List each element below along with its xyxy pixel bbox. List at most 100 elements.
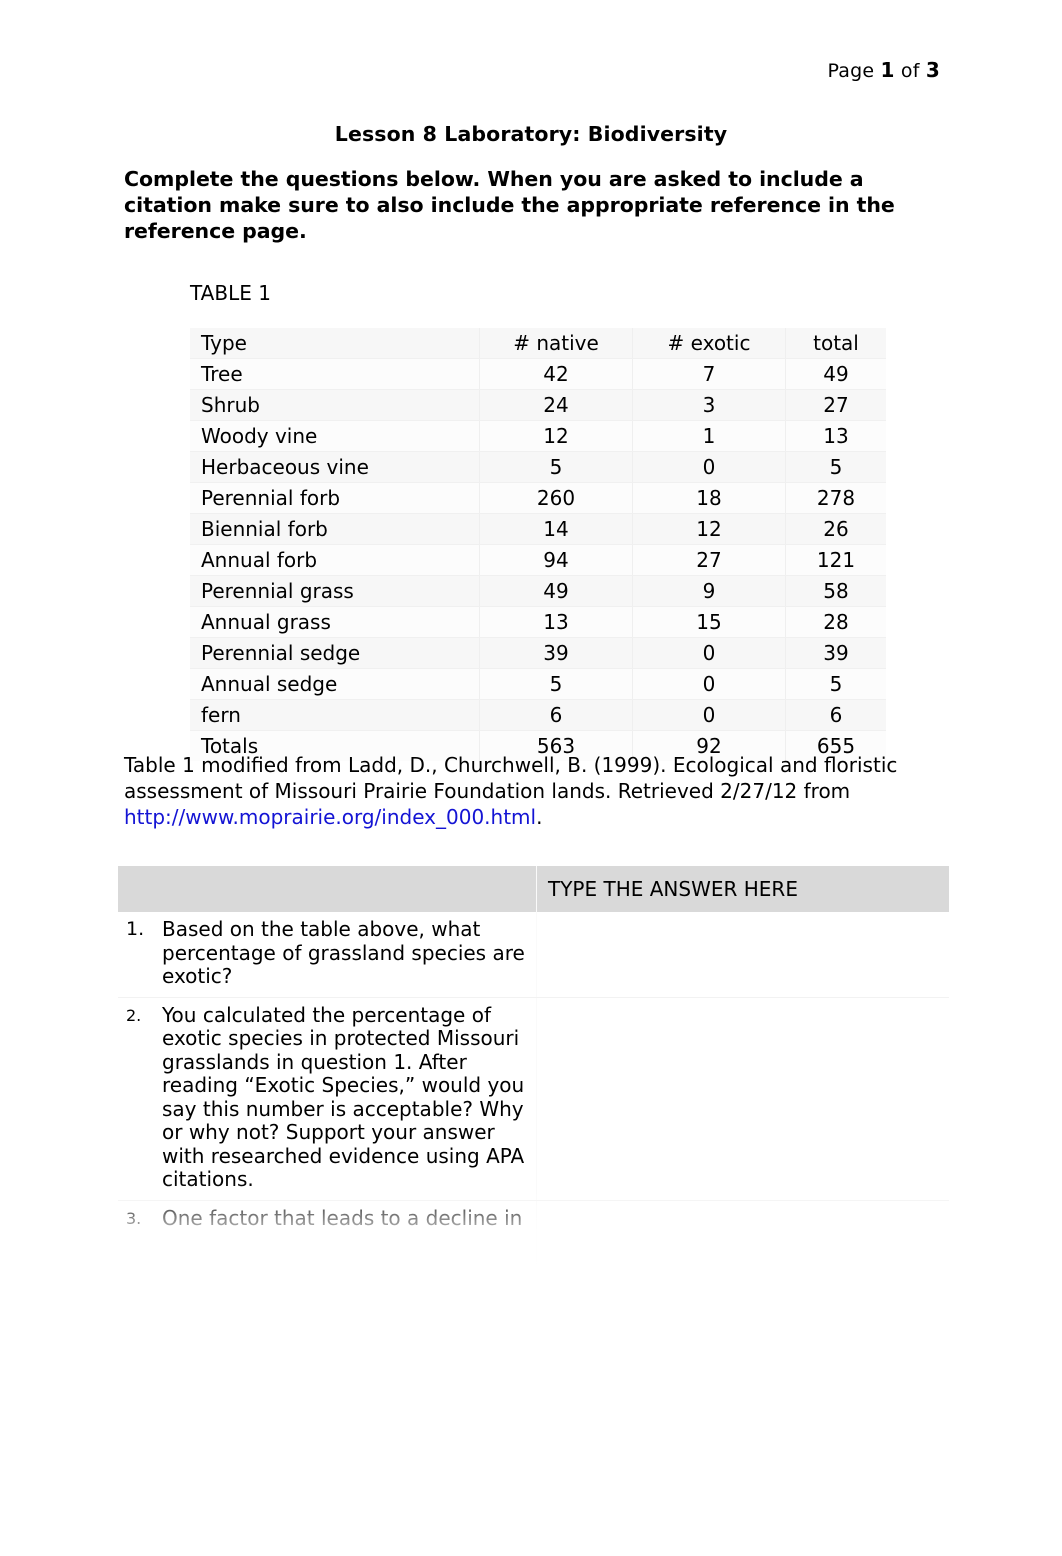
moprairie-link[interactable]: http://www.moprairie.org/index_000.html: [124, 805, 536, 829]
questions-table: TYPE THE ANSWER HERE 1. Based on the tabl…: [118, 866, 949, 1284]
answer-text[interactable]: [537, 998, 949, 1200]
table1-cell-exotic: 18: [632, 482, 786, 514]
table-row: Perennial forb 260 18 278: [190, 482, 886, 514]
answer-cell-2[interactable]: [536, 997, 949, 1201]
page-header-current: 1: [880, 58, 895, 82]
table1-cell-type: Biennial forb: [190, 513, 480, 545]
species-table: Type # native # exotic total Tree 42 7 49 Shrub 2…: [190, 328, 886, 761]
table-row: Woody vine 12 1 13: [190, 420, 886, 452]
table1-container: Type # native # exotic total Tree 42 7 49 Shrub 2…: [190, 328, 886, 761]
table-row: Perennial sedge 39 0 39: [190, 637, 886, 669]
table1-cell-type: fern: [190, 699, 480, 731]
table1-cell-native: 5: [479, 451, 633, 483]
table1-cell-native: 39: [479, 637, 633, 669]
table1-cell-total: 49: [785, 358, 886, 390]
question-text: One factor that leads to a decline in: [162, 1205, 523, 1230]
table1-cell-exotic: 15: [632, 606, 786, 638]
table1-cell-native: 12: [479, 420, 633, 452]
table1-cell-exotic: 0: [632, 451, 786, 483]
table1-cell-total: 278: [785, 482, 886, 514]
table1-cell-total: 26: [785, 513, 886, 545]
table1-cell-exotic: 1: [632, 420, 786, 452]
table-row: Shrub 24 3 27: [190, 389, 886, 421]
question-cell-2: 2. You calculated the percentage of exoti…: [118, 997, 537, 1201]
question-number: 1.: [126, 918, 145, 940]
table-row: Annual grass 13 15 28: [190, 606, 886, 638]
table1-cell-total: 5: [785, 668, 886, 700]
table-row: Biennial forb 14 12 26: [190, 513, 886, 545]
questions-table-container: TYPE THE ANSWER HERE 1. Based on the tabl…: [118, 866, 949, 1284]
table1-cell-type: Perennial forb: [190, 482, 480, 514]
table1-cell-exotic: 9: [632, 575, 786, 607]
table-row: Herbaceous vine 5 0 5: [190, 451, 886, 483]
table-row: Tree 42 7 49: [190, 358, 886, 390]
page-title: Lesson 8 Laboratory: Biodiversity: [334, 122, 728, 146]
table1-cell-exotic: 7: [632, 358, 786, 390]
table1-cell-total: 58: [785, 575, 886, 607]
question-row: 2. You calculated the percentage of exoti…: [118, 997, 949, 1201]
instructions-paragraph: Complete the questions below. When you a…: [124, 167, 895, 243]
table1-cell-native: 24: [479, 389, 633, 421]
table1-cell-type: Shrub: [190, 389, 480, 421]
table1-cell-native: 14: [479, 513, 633, 545]
caption-text: Table 1 modified from Ladd, D., Churchwe…: [124, 753, 898, 803]
table1-cell-total: 27: [785, 389, 886, 421]
table1-caption: Table 1 modified from Ladd, D., Churchwe…: [124, 752, 924, 830]
table1-cell-exotic: 12: [632, 513, 786, 545]
table1-cell-native: 49: [479, 575, 633, 607]
table1-cell-total: 13: [785, 420, 886, 452]
caption-period: .: [536, 805, 543, 829]
table1-cell-exotic: 27: [632, 544, 786, 576]
table1-cell-exotic: 0: [632, 668, 786, 700]
page-header-prefix: Page: [827, 60, 881, 82]
table1-cell-exotic: 0: [632, 637, 786, 669]
answer-text[interactable]: [537, 1201, 949, 1283]
table1-cell-native: 42: [479, 358, 633, 390]
table1-cell-type: Annual sedge: [190, 668, 480, 700]
table1-header-cell: # native: [479, 328, 633, 359]
page-header-middle: of: [894, 60, 926, 82]
table1-cell-type: Woody vine: [190, 420, 480, 452]
table1-cell-exotic: 0: [632, 699, 786, 731]
question-number: 2.: [126, 1005, 142, 1025]
table1-cell-type: Herbaceous vine: [190, 451, 480, 483]
question-text: Based on the table above, what percentag…: [162, 917, 525, 988]
table-row: fern 6 0 6: [190, 699, 886, 731]
answer-cell-1[interactable]: [536, 912, 949, 998]
table1-cell-total: 6: [785, 699, 886, 731]
table1-cell-exotic: 3: [632, 389, 786, 421]
table1-cell-native: 13: [479, 606, 633, 638]
table1-cell-type: Perennial grass: [190, 575, 480, 607]
table-row: Perennial grass 49 9 58: [190, 575, 886, 607]
answer-column-header-label: TYPE THE ANSWER HERE: [548, 877, 798, 901]
table1-cell-type: Perennial sedge: [190, 637, 480, 669]
table1-cell-total: 28: [785, 606, 886, 638]
question-cell-3: 3. One factor that leads to a decline in: [118, 1200, 537, 1284]
table1-cell-total: 5: [785, 451, 886, 483]
table1-header-cell: # exotic: [632, 328, 786, 359]
table1-header-cell: Type: [190, 328, 480, 359]
table1-header-row: Type # native # exotic total: [190, 328, 886, 359]
table1-cell-total: 121: [785, 544, 886, 576]
table1-cell-total: 39: [785, 637, 886, 669]
page-header-total: 3: [925, 58, 940, 82]
table1-cell-native: 94: [479, 544, 633, 576]
question-number: 3.: [126, 1208, 142, 1228]
answer-cell-3[interactable]: [536, 1200, 949, 1284]
questions-table-header-row: TYPE THE ANSWER HERE: [118, 866, 949, 912]
table1-cell-type: Tree: [190, 358, 480, 390]
table1-label: TABLE 1: [190, 281, 271, 305]
table1-cell-type: Annual forb: [190, 544, 480, 576]
table1-cell-native: 6: [479, 699, 633, 731]
table-row: Annual sedge 5 0 5: [190, 668, 886, 700]
page-number-header: Page 1 of 3: [828, 58, 941, 83]
document-page: Page 1 of 3 Lesson 8 Laboratory: Biodive…: [0, 0, 1062, 1556]
question-text: You calculated the percentage of exotic …: [162, 1002, 525, 1191]
questions-header-blank-cell: [118, 866, 537, 912]
question-row: 1. Based on the table above, what percent…: [118, 912, 949, 998]
question-cell-1: 1. Based on the table above, what percent…: [118, 912, 537, 998]
table1-header-cell: total: [785, 328, 886, 359]
table1-cell-native: 260: [479, 482, 633, 514]
table1-cell-native: 5: [479, 668, 633, 700]
answer-text[interactable]: [537, 912, 949, 994]
